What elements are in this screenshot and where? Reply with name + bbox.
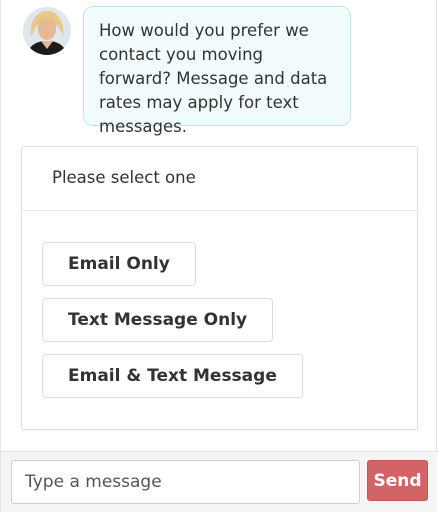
agent-avatar [23, 7, 71, 55]
agent-message-bubble: How would you prefer we contact you movi… [83, 6, 351, 136]
option-email-and-text[interactable]: Email & Text Message [42, 354, 303, 398]
quick-reply-prompt: Please select one [22, 147, 417, 211]
message-input[interactable] [11, 460, 360, 504]
option-text-message-only[interactable]: Text Message Only [42, 298, 274, 342]
agent-avatar-icon [23, 7, 71, 55]
send-button[interactable]: Send [367, 460, 428, 501]
option-email-only[interactable]: Email Only [42, 242, 196, 286]
